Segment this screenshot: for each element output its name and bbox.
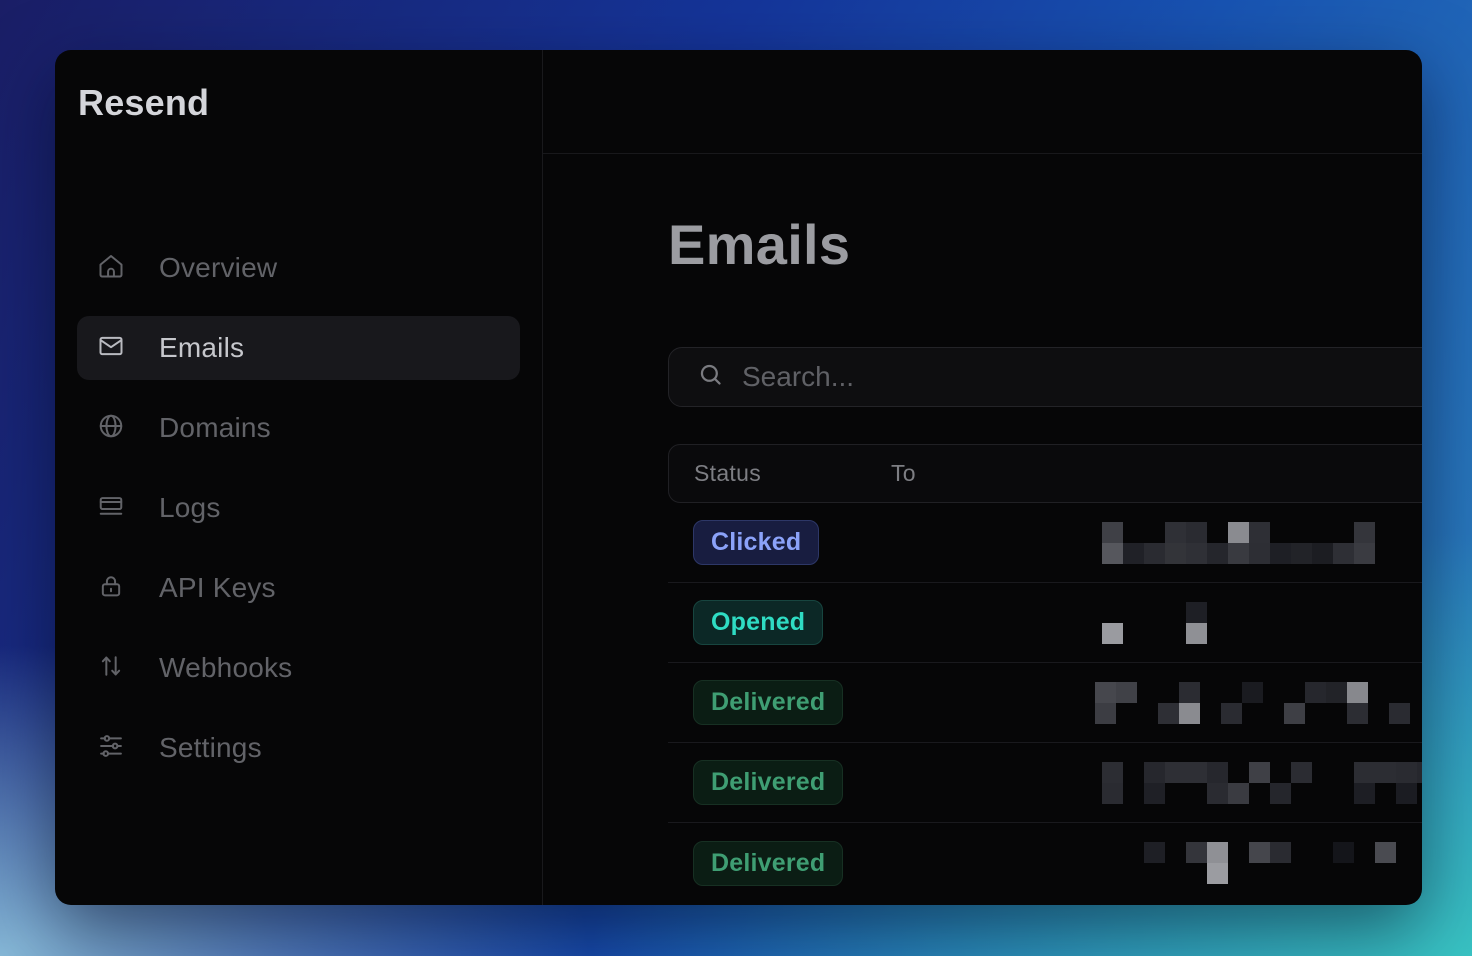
sidebar-item-label: API Keys [159,572,276,604]
mail-icon [97,332,125,365]
table-row[interactable]: Delivered [668,663,1422,743]
redacted-recipient [1095,682,1422,724]
sidebar-item-overview[interactable]: Overview [77,236,520,300]
globe-icon [97,412,125,445]
sidebar-item-emails[interactable]: Emails [77,316,520,380]
sidebar-nav: Overview Emails Domains Logs API Keys We [55,236,542,796]
sidebar-item-api-keys[interactable]: API Keys [77,556,520,620]
table-row[interactable]: Opened [668,583,1422,663]
sidebar-item-label: Logs [159,492,221,524]
sidebar-item-webhooks[interactable]: Webhooks [77,636,520,700]
sidebar-item-label: Overview [159,252,277,284]
sidebar-item-label: Domains [159,412,271,444]
column-header-to: To [891,460,1422,487]
sidebar-item-label: Settings [159,732,262,764]
status-badge: Delivered [693,841,843,886]
redacted-recipient [1102,842,1422,884]
sidebar-item-settings[interactable]: Settings [77,716,520,780]
main-content: Emails Status To Clicked Opened [543,154,1422,903]
search-icon [697,361,724,393]
redacted-recipient [1102,602,1422,644]
sidebar-item-domains[interactable]: Domains [77,396,520,460]
table-row[interactable]: Delivered [668,743,1422,823]
status-badge: Clicked [693,520,819,565]
main-area: Emails Status To Clicked Opened [543,50,1422,905]
logs-icon [97,492,125,525]
search-input[interactable] [742,361,1422,393]
sidebar-item-label: Webhooks [159,652,292,684]
status-badge: Delivered [693,760,843,805]
sliders-icon [97,732,125,765]
table-row[interactable]: Delivered [668,823,1422,903]
sidebar-item-logs[interactable]: Logs [77,476,520,540]
column-header-status: Status [669,460,891,487]
table-header: Status To [668,444,1422,503]
sidebar-item-label: Emails [159,332,244,364]
app-logo: Resend [78,82,542,124]
emails-table: Status To Clicked Opened Delivered Deliv… [668,444,1422,903]
app-window: Resend Overview Emails Domains Logs API … [55,50,1422,905]
sidebar: Resend Overview Emails Domains Logs API … [55,50,543,905]
arrows-up-down-icon [97,652,125,685]
redacted-recipient [1102,522,1422,564]
search-box[interactable] [668,347,1422,407]
main-header [543,50,1422,154]
status-badge: Opened [693,600,823,645]
lock-icon [97,572,125,605]
table-row[interactable]: Clicked [668,503,1422,583]
redacted-recipient [1102,762,1422,804]
home-icon [97,252,125,285]
page-title: Emails [668,212,1422,277]
status-badge: Delivered [693,680,843,725]
